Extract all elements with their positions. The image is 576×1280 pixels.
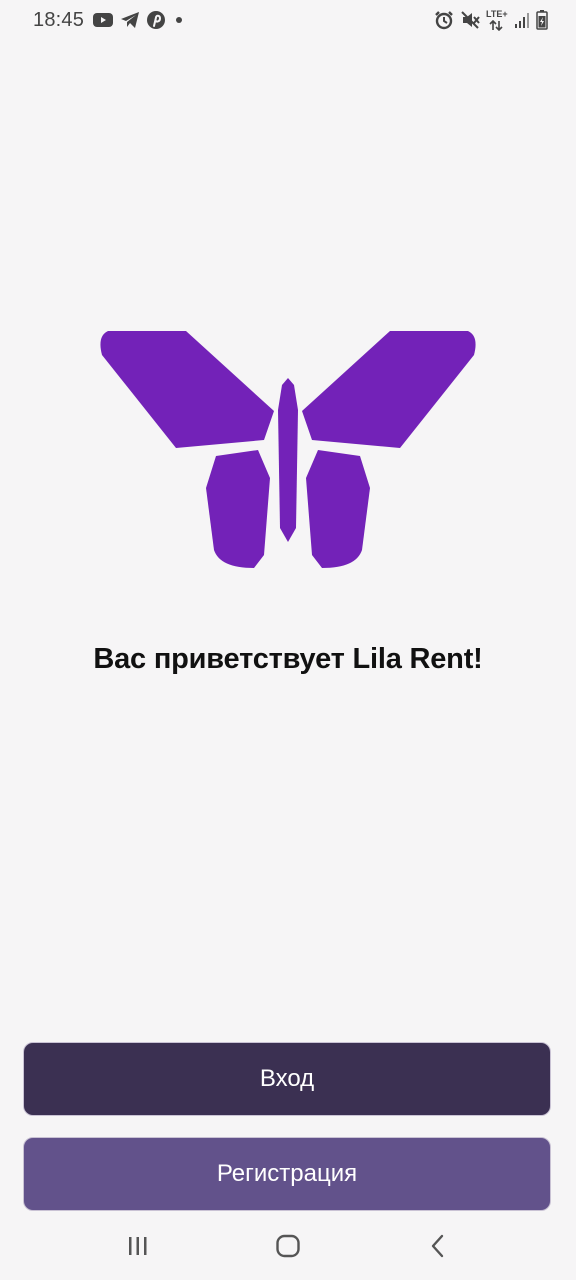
register-button[interactable]: Регистрация — [23, 1137, 551, 1211]
login-button[interactable]: Вход — [23, 1042, 551, 1116]
telegram-icon — [121, 12, 139, 28]
welcome-title: Вас приветствует Lila Rent! — [93, 643, 483, 675]
butterfly-logo-icon — [100, 331, 476, 568]
status-system-icons: LTE+ — [434, 9, 548, 31]
mute-icon — [461, 11, 480, 29]
data-arrows-icon — [489, 20, 503, 31]
logo-lower-right-wing — [306, 450, 370, 568]
signal-icon — [515, 13, 529, 28]
home-icon — [276, 1234, 300, 1258]
youtube-icon — [93, 13, 113, 27]
recent-apps-icon — [129, 1237, 147, 1255]
alarm-icon — [435, 11, 453, 30]
logo-lower-left-wing — [206, 450, 270, 568]
register-button-label: Регистрация — [216, 1160, 358, 1187]
pinterest-icon — [147, 11, 165, 29]
logo-upper-left-wing — [100, 331, 274, 448]
status-notification-icons — [92, 10, 186, 30]
back-icon — [431, 1234, 444, 1258]
dot-icon — [176, 17, 182, 23]
app-logo — [96, 328, 480, 568]
logo-upper-right-wing — [302, 331, 476, 448]
login-button-label: Вход — [259, 1065, 315, 1092]
back-button[interactable] — [418, 1232, 458, 1260]
network-type-label: LTE+ — [486, 9, 508, 19]
lte-icon: LTE+ — [486, 9, 508, 31]
status-time: 18:45 — [33, 9, 85, 31]
logo-body — [278, 378, 298, 542]
battery-icon — [536, 10, 548, 30]
recent-apps-button[interactable] — [118, 1232, 158, 1260]
status-bar: 18:45 LTE+ — [0, 0, 576, 40]
system-navigation-bar — [0, 1216, 576, 1280]
home-button[interactable] — [268, 1232, 308, 1260]
